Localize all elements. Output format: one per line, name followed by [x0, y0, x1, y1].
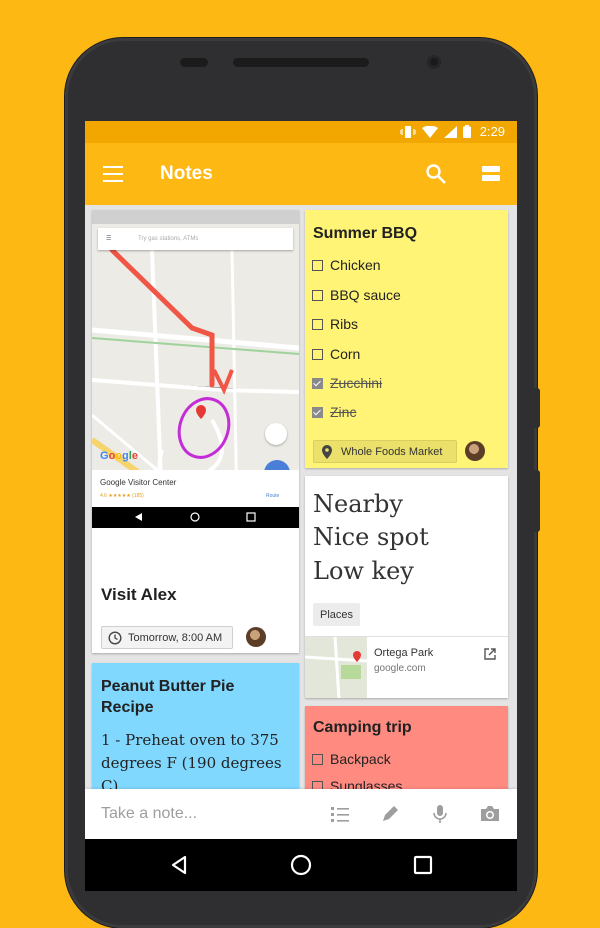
checklist-text: Zucchini: [330, 375, 383, 391]
volume-button: [534, 388, 540, 428]
checklist-text: Corn: [330, 346, 361, 362]
home-icon[interactable]: [289, 853, 313, 877]
note-title: Summer BBQ: [313, 225, 418, 242]
checklist-item-checked[interactable]: Zinc: [312, 404, 356, 420]
location-pin-icon: [322, 444, 332, 459]
page-title: Notes: [160, 163, 213, 184]
checklist-item[interactable]: Chicken: [312, 257, 381, 273]
reminder-chip[interactable]: Tomorrow, 8:00 AM: [101, 626, 233, 649]
checklist-text: Zinc: [330, 404, 357, 420]
system-nav-bar: [85, 839, 517, 891]
map-drawing-image: ☰ Try gas stations, ATMs Google Google V…: [92, 210, 299, 508]
link-map-thumbnail: [305, 637, 367, 698]
checkbox[interactable]: [312, 348, 323, 360]
location-chip[interactable]: Whole Foods Market: [313, 440, 457, 463]
note-title: Peanut Butter Pie Recipe: [101, 678, 235, 716]
map-nav-bar: [92, 507, 299, 528]
checklist-text: Ribs: [330, 316, 359, 332]
google-logo: Google: [100, 450, 138, 462]
signal-icon: [443, 125, 457, 138]
front-camera: [427, 55, 441, 69]
app-bar: Notes: [85, 143, 517, 205]
status-bar: 2:29: [85, 121, 517, 143]
map-place-info: Google Visitor Center 4.6 ★★★★★ (185) Ro…: [92, 470, 299, 508]
battery-icon: [462, 125, 471, 138]
map-route-label: Route: [266, 493, 280, 499]
note-card-nearby[interactable]: Nearby Nice spot Low key Places Ortega P…: [305, 476, 508, 698]
back-icon[interactable]: [167, 853, 191, 877]
checkbox-checked[interactable]: [312, 377, 323, 389]
hamburger-icon[interactable]: [103, 166, 123, 182]
reminder-text: Tomorrow, 8:00 AM: [128, 631, 223, 644]
note-title: Camping trip: [313, 719, 412, 736]
avatar: [465, 441, 485, 461]
note-title: Visit Alex: [101, 585, 177, 604]
checklist-item[interactable]: BBQ sauce: [312, 287, 401, 303]
take-note-bar: Take a note...: [85, 789, 517, 839]
map-search-bar: ☰ Try gas stations, ATMs: [98, 228, 293, 250]
note-line: Nice spot: [313, 523, 429, 551]
map-nav-icons: [135, 512, 256, 522]
earpiece-speaker: [233, 58, 369, 67]
checklist-item-checked[interactable]: Zucchini: [312, 375, 382, 391]
map-place-name: Google Visitor Center: [100, 478, 177, 487]
my-location-icon: [265, 423, 287, 445]
checklist-item[interactable]: Backpack: [312, 751, 391, 767]
recents-icon[interactable]: [411, 853, 435, 877]
link-title: Ortega Park: [374, 647, 434, 659]
power-button: [534, 470, 540, 532]
checklist-text: Chicken: [330, 257, 381, 273]
microphone-icon[interactable]: [429, 803, 451, 825]
checkbox[interactable]: [312, 289, 323, 301]
map-place-rating: 4.6 ★★★★★ (185): [100, 493, 144, 499]
search-icon[interactable]: [425, 163, 447, 185]
checkbox[interactable]: [312, 318, 323, 330]
open-external-icon[interactable]: [483, 647, 497, 661]
avatar: [246, 627, 266, 647]
note-line: Low key: [313, 557, 414, 585]
checkbox[interactable]: [312, 259, 323, 271]
checklist-item[interactable]: Corn: [312, 346, 360, 362]
link-url: google.com: [374, 663, 426, 674]
pen-icon[interactable]: [379, 803, 401, 825]
checkbox[interactable]: [312, 753, 323, 765]
take-note-input[interactable]: Take a note...: [101, 805, 197, 823]
note-body: 1 - Preheat oven to 375 degrees F (190 d…: [101, 731, 282, 795]
note-line: Nearby: [313, 490, 403, 518]
note-card-peanut-butter-pie[interactable]: Peanut Butter Pie Recipe 1 - Preheat ove…: [92, 663, 299, 803]
checklist-item[interactable]: Ribs: [312, 316, 358, 332]
proximity-sensor: [180, 58, 208, 67]
label-text: Places: [320, 608, 354, 621]
status-time: 2:29: [479, 124, 505, 139]
clock-icon: [108, 630, 122, 645]
camera-icon[interactable]: [479, 803, 501, 825]
wifi-icon: [421, 125, 438, 138]
location-text: Whole Foods Market: [341, 445, 443, 458]
link-preview[interactable]: Ortega Park google.com: [305, 636, 508, 698]
vibrate-icon: [399, 125, 416, 138]
map-status-bar: [92, 210, 299, 224]
note-card-visit-alex[interactable]: ☰ Try gas stations, ATMs Google Google V…: [92, 210, 299, 653]
screen: 2:29 Notes ☰ Try gas stations, ATMs Goog…: [85, 121, 517, 891]
map-search-text: Try gas stations, ATMs: [138, 236, 199, 242]
view-toggle-icon[interactable]: [482, 166, 500, 182]
note-card-summer-bbq[interactable]: Summer BBQ Chicken BBQ sauce Ribs Corn Z…: [305, 210, 508, 468]
checklist-text: Backpack: [330, 751, 391, 767]
checkbox-checked[interactable]: [312, 406, 323, 418]
checklist-text: BBQ sauce: [330, 287, 401, 303]
list-icon[interactable]: [329, 803, 351, 825]
label-chip[interactable]: Places: [313, 603, 361, 626]
